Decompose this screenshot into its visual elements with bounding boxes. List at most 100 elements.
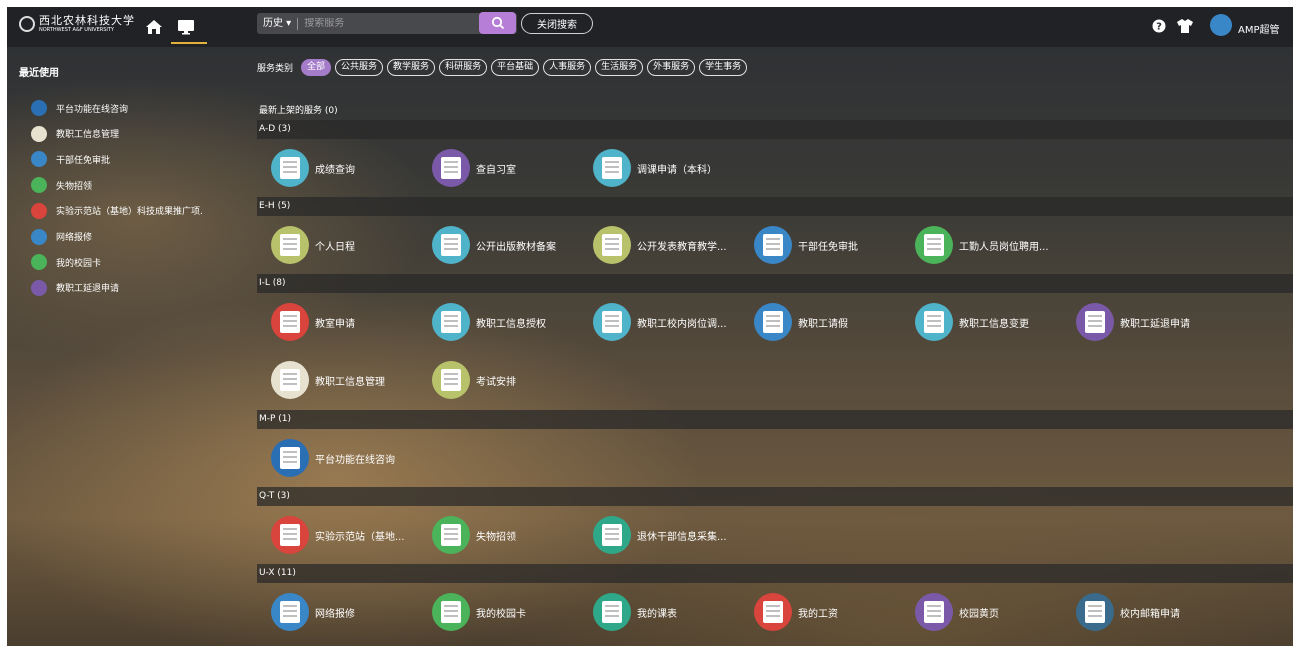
shirt-icon[interactable] [1176, 18, 1194, 34]
sidebar-item[interactable]: 我的校园卡 [31, 254, 101, 271]
service-icon [754, 593, 792, 631]
main-content: 服务类别 全部 公共服务 教学服务 科研服务 平台基础 人事服务 生活服务 外事服务 学生事务 … [257, 47, 1293, 646]
service-item[interactable]: 教室申请 [271, 303, 355, 341]
desktop-icon[interactable] [177, 19, 195, 35]
service-label: 工勤人员岗位聘用... [959, 241, 1049, 253]
service-icon [754, 303, 792, 341]
school-logo[interactable]: 西北农林科技大学 NORTHWEST A&F UNIVERSITY [19, 15, 135, 33]
service-item[interactable]: 查自习室 [432, 149, 516, 187]
service-icon [593, 303, 631, 341]
service-label: 查自习室 [476, 164, 516, 176]
service-label: 干部任免审批 [798, 241, 858, 253]
service-item[interactable]: 网络报修 [271, 593, 355, 631]
user-name[interactable]: AMP超管 [1238, 21, 1280, 36]
service-row: 成绩查询 查自习室 调课申请（本科） [257, 139, 1293, 197]
document-icon [441, 601, 461, 623]
service-item[interactable]: 退休干部信息采集... [593, 516, 727, 554]
avatar[interactable] [1210, 14, 1232, 36]
network-icon [31, 228, 47, 245]
document-icon [924, 601, 944, 623]
document-icon [280, 601, 300, 623]
service-item[interactable]: 校园黄页 [915, 593, 999, 631]
service-label: 我的工资 [798, 608, 838, 620]
service-icon [754, 226, 792, 264]
category-label: 服务类别 [257, 64, 294, 74]
school-name: 西北农林科技大学 NORTHWEST A&F UNIVERSITY [39, 15, 135, 33]
service-item[interactable]: 教职工请假 [754, 303, 848, 341]
document-icon [1085, 311, 1105, 333]
document-icon [602, 234, 622, 256]
category-pill[interactable]: 科研服务 [439, 59, 488, 76]
service-item[interactable]: 干部任免审批 [754, 226, 858, 264]
category-pill[interactable]: 全部 [301, 59, 332, 76]
service-icon [432, 149, 470, 187]
search-input[interactable] [298, 18, 469, 29]
service-item[interactable]: 教职工信息授权 [432, 303, 546, 341]
service-item[interactable]: 我的课表 [593, 593, 677, 631]
service-icon [271, 516, 309, 554]
service-label: 失物招领 [476, 531, 516, 543]
service-label: 实验示范站（基地... [315, 531, 405, 543]
service-row: 教职工信息管理 考试安排 [257, 351, 1293, 409]
service-item[interactable]: 平台功能在线咨询 [271, 439, 395, 477]
service-row: 个人日程 公开出版教材备案 公开发表教育教学... 干部任免审批 工勤人员岗位聘用... [257, 216, 1293, 274]
service-icon [915, 303, 953, 341]
service-item[interactable]: 实验示范站（基地... [271, 516, 405, 554]
service-item[interactable]: 教职工信息变更 [915, 303, 1029, 341]
service-item[interactable]: 校内邮箱申请 [1076, 593, 1180, 631]
service-item[interactable]: 个人日程 [271, 226, 355, 264]
help-icon[interactable]: ? [1152, 19, 1166, 33]
category-pill[interactable]: 人事服务 [543, 59, 592, 76]
school-seal-icon [19, 16, 35, 32]
category-pill[interactable]: 平台基础 [491, 59, 540, 76]
service-item[interactable]: 教职工延退申请 [1076, 303, 1190, 341]
service-item[interactable]: 失物招领 [432, 516, 516, 554]
sidebar-item[interactable]: 实验示范站（基地）科技成果推广项. [31, 202, 203, 219]
search-button[interactable] [479, 12, 516, 34]
service-label: 调课申请（本科） [637, 164, 717, 176]
sidebar-item[interactable]: 教职工延退申请 [31, 279, 119, 296]
document-icon [763, 311, 783, 333]
category-pill[interactable]: 外事服务 [647, 59, 696, 76]
search-box: 历史 ▾ [257, 13, 517, 34]
service-item[interactable]: 工勤人员岗位聘用... [915, 226, 1049, 264]
app-window: 西北农林科技大学 NORTHWEST A&F UNIVERSITY 历史 ▾ 关… [7, 7, 1293, 646]
service-icon [915, 226, 953, 264]
service-item[interactable]: 我的校园卡 [432, 593, 526, 631]
service-item[interactable]: 我的工资 [754, 593, 838, 631]
category-pill[interactable]: 教学服务 [387, 59, 436, 76]
service-icon [271, 361, 309, 399]
person-icon [31, 151, 47, 168]
sidebar-item-label: 平台功能在线咨询 [56, 104, 129, 115]
service-item[interactable]: 教职工信息管理 [271, 361, 385, 399]
sidebar-item[interactable]: 平台功能在线咨询 [31, 100, 128, 116]
category-pill[interactable]: 学生事务 [699, 59, 748, 76]
sidebar-item[interactable]: 失物招领 [31, 177, 92, 194]
service-label: 教职工请假 [798, 318, 848, 330]
service-item[interactable]: 调课申请（本科） [593, 149, 717, 187]
person-icon [31, 279, 47, 296]
document-icon [441, 524, 461, 546]
section-header: A-D (3) [257, 120, 1293, 139]
home-icon[interactable] [145, 19, 163, 35]
sidebar-item[interactable]: 干部任免审批 [31, 151, 110, 168]
lost-found-icon [31, 177, 47, 194]
service-item[interactable]: 公开出版教材备案 [432, 226, 556, 264]
document-icon [280, 311, 300, 333]
sidebar-item[interactable]: 教职工信息管理 [31, 125, 119, 142]
section-header: M-P (1) [257, 410, 1293, 429]
service-row: 实验示范站（基地... 失物招领 退休干部信息采集... [257, 506, 1293, 564]
service-item[interactable]: 教职工校内岗位调... [593, 303, 727, 341]
close-search-button[interactable]: 关闭搜索 [521, 13, 593, 34]
service-item[interactable]: 考试安排 [432, 361, 516, 399]
category-pill[interactable]: 生活服务 [595, 59, 644, 76]
service-item[interactable]: 公开发表教育教学... [593, 226, 727, 264]
history-dropdown[interactable]: 历史 ▾ [257, 17, 299, 30]
service-icon [271, 593, 309, 631]
recent-title: 最近使用 [19, 68, 59, 79]
service-label: 校内邮箱申请 [1120, 608, 1180, 620]
category-pill[interactable]: 公共服务 [335, 59, 384, 76]
sidebar-item[interactable]: 网络报修 [31, 228, 92, 245]
service-item[interactable]: 成绩查询 [271, 149, 355, 187]
service-icon [593, 149, 631, 187]
